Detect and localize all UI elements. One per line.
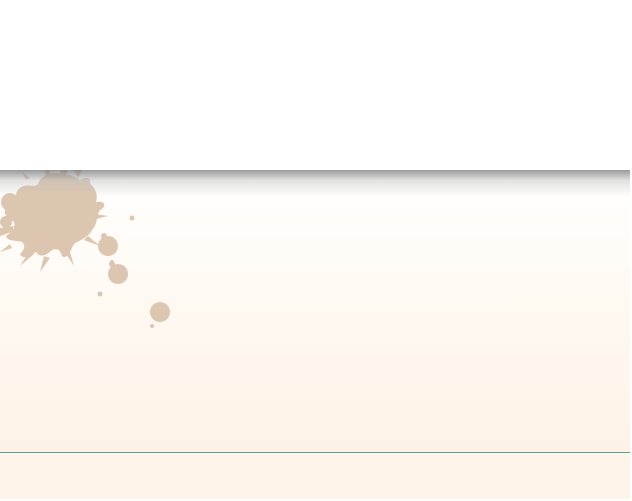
header-shadow <box>0 170 630 196</box>
blank-header-area <box>0 0 632 170</box>
page <box>0 0 632 501</box>
footer-panel <box>0 453 630 499</box>
content-panel <box>0 170 630 453</box>
